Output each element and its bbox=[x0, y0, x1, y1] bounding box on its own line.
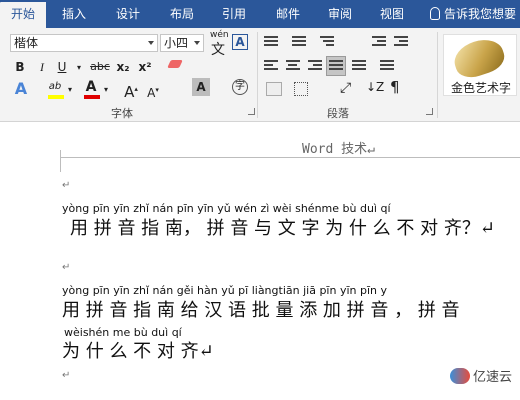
ribbon-tab-bar: 开始 插入 设计 布局 引用 邮件 审阅 视图 告诉我您想要 bbox=[0, 0, 520, 28]
group-separator bbox=[257, 32, 258, 118]
tab-view[interactable]: 视图 bbox=[370, 0, 414, 28]
justify-icon bbox=[329, 60, 343, 72]
align-right-icon[interactable] bbox=[308, 60, 322, 72]
header-separator bbox=[60, 157, 520, 158]
align-left-icon[interactable] bbox=[264, 60, 278, 72]
paragraph-mark: ↵ bbox=[62, 370, 71, 381]
line-spacing-icon[interactable] bbox=[380, 60, 394, 72]
show-marks-icon[interactable]: ¶ bbox=[390, 78, 400, 96]
clear-formatting-icon[interactable] bbox=[166, 58, 184, 72]
text-effects-button[interactable]: A bbox=[12, 80, 30, 98]
enclose-characters-button[interactable]: 字 bbox=[232, 79, 248, 95]
page-header-text[interactable]: Word 技术↵ bbox=[302, 138, 375, 157]
tab-review[interactable]: 审阅 bbox=[318, 0, 362, 28]
group-separator bbox=[437, 32, 438, 118]
chinese-layout-icon[interactable]: ⤢ bbox=[340, 80, 351, 96]
chevron-down-icon bbox=[148, 41, 154, 45]
highlight-label: ab bbox=[48, 81, 62, 92]
borders-icon[interactable] bbox=[294, 82, 308, 96]
font-size-value: 小四 bbox=[164, 36, 189, 50]
tab-design[interactable]: 设计 bbox=[106, 0, 150, 28]
shading-icon[interactable] bbox=[266, 82, 282, 96]
numbering-icon[interactable] bbox=[292, 36, 306, 48]
font-color-dropdown[interactable]: ▾ bbox=[102, 81, 110, 99]
text-line-1[interactable]: 用 拼 音 指 南， 拼 音 与 文 字 为 什 么 不 对 齐？↵ bbox=[70, 214, 495, 240]
font-name-value: 楷体 bbox=[14, 36, 39, 50]
watermark-text: 亿速云 bbox=[473, 370, 513, 385]
ribbon-home: 楷体 小四 wén 文 A B I U ▾ abc x₂ x² A ab ▾ A… bbox=[0, 28, 520, 122]
paragraph-dialog-launcher-icon[interactable] bbox=[426, 108, 433, 115]
tab-references[interactable]: 引用 bbox=[212, 0, 256, 28]
superscript-button[interactable]: x² bbox=[136, 58, 154, 76]
tab-home[interactable]: 开始 bbox=[0, 2, 46, 28]
justify-button[interactable] bbox=[326, 56, 346, 76]
subscript-button[interactable]: x₂ bbox=[114, 58, 132, 76]
font-dialog-launcher-icon[interactable] bbox=[248, 108, 255, 115]
phonetic-guide-icon[interactable]: 文 bbox=[211, 39, 225, 59]
bold-button[interactable]: B bbox=[12, 58, 28, 76]
text-line-2[interactable]: 用 拼 音 指 南 给 汉 语 批 量 添 加 拼 音 ， 拼 音 bbox=[62, 296, 460, 322]
sort-icon[interactable]: ↓Z bbox=[366, 80, 384, 94]
increase-indent-icon[interactable] bbox=[394, 36, 408, 48]
tab-layout[interactable]: 布局 bbox=[160, 0, 204, 28]
strikethrough-button[interactable]: abc bbox=[88, 58, 112, 76]
tab-insert[interactable]: 插入 bbox=[52, 0, 96, 28]
tell-me-search[interactable]: 告诉我您想要 bbox=[430, 0, 516, 28]
font-size-box[interactable]: 小四 bbox=[160, 34, 204, 52]
underline-button[interactable]: U bbox=[54, 58, 70, 76]
paragraph-mark: ↵ bbox=[62, 180, 71, 191]
italic-button[interactable]: I bbox=[34, 58, 50, 76]
margin-corner-mark bbox=[60, 150, 61, 172]
wordart-swoosh-icon bbox=[449, 34, 509, 82]
watermark: 亿速云 bbox=[450, 366, 512, 385]
underline-dropdown[interactable]: ▾ bbox=[74, 59, 84, 77]
lightbulb-icon bbox=[430, 7, 440, 20]
chevron-down-icon bbox=[194, 41, 200, 45]
decrease-indent-icon[interactable] bbox=[372, 36, 386, 48]
distributed-icon[interactable] bbox=[352, 60, 366, 72]
font-name-box[interactable]: 楷体 bbox=[10, 34, 158, 52]
multilevel-list-icon[interactable] bbox=[320, 36, 334, 48]
highlight-button[interactable]: ab bbox=[46, 78, 64, 99]
bullets-icon[interactable] bbox=[264, 36, 278, 48]
align-center-icon[interactable] bbox=[286, 60, 300, 72]
yisuyun-logo-icon bbox=[450, 368, 470, 384]
highlight-dropdown[interactable]: ▾ bbox=[66, 81, 74, 99]
grow-font-label: A bbox=[124, 83, 135, 101]
tab-mailings[interactable]: 邮件 bbox=[266, 0, 310, 28]
paragraph-group-label: 段落 bbox=[327, 107, 349, 120]
font-group-label: 字体 bbox=[111, 107, 133, 120]
style-label: 金色艺术字 bbox=[450, 81, 511, 95]
tell-me-label: 告诉我您想要 bbox=[444, 7, 517, 21]
shrink-font-button[interactable]: A▾ bbox=[144, 81, 162, 100]
paragraph-mark: ↵ bbox=[62, 262, 71, 273]
font-color-button[interactable]: A bbox=[82, 78, 100, 99]
highlight-color-swatch bbox=[48, 95, 64, 99]
document-page[interactable]: Word 技术↵ ↵ yòng pīn yīn zhǐ nán pīn yīn … bbox=[0, 122, 520, 400]
character-shading-button[interactable]: A bbox=[192, 78, 210, 96]
font-color-label: A bbox=[85, 79, 97, 95]
text-line-3[interactable]: 为 什 么 不 对 齐↵ bbox=[62, 337, 214, 363]
grow-font-button[interactable]: A▴ bbox=[122, 80, 140, 101]
character-border-button[interactable]: A bbox=[232, 34, 248, 50]
style-wordart-gold[interactable]: 金色艺术字 bbox=[443, 34, 517, 96]
font-color-swatch bbox=[84, 95, 100, 99]
